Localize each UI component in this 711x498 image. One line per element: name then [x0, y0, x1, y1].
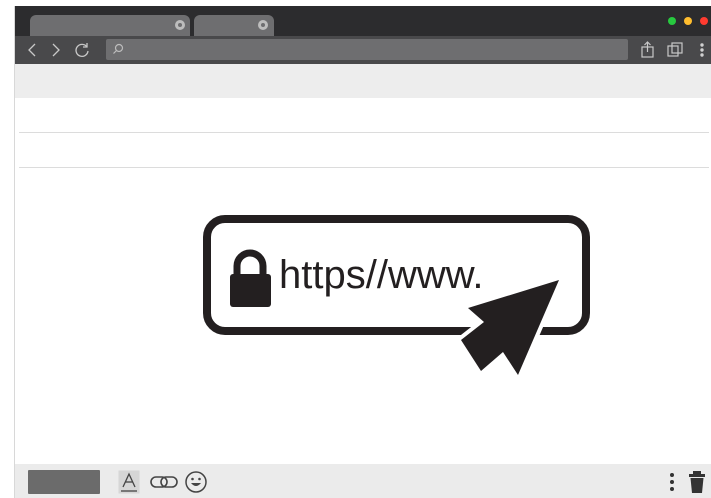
divider	[19, 132, 709, 133]
text-format-icon[interactable]	[118, 470, 140, 494]
browser-window: https//www.	[14, 6, 711, 498]
close-icon[interactable]	[175, 20, 185, 30]
chevron-left-icon	[28, 43, 36, 57]
back-button[interactable]	[22, 39, 42, 61]
chevron-right-icon	[52, 43, 60, 57]
link-icon[interactable]	[149, 470, 179, 494]
minimize-button[interactable]	[684, 17, 692, 25]
close-icon[interactable]	[258, 20, 268, 30]
bottom-toolbar	[14, 464, 711, 498]
maximize-button[interactable]	[668, 17, 676, 25]
title-bar	[14, 6, 711, 36]
share-icon	[641, 41, 654, 58]
browser-toolbar	[14, 36, 711, 64]
content-header-bar	[14, 64, 711, 98]
divider	[19, 167, 709, 168]
reload-button[interactable]	[72, 39, 92, 61]
kebab-menu-icon[interactable]	[666, 470, 678, 494]
address-bar[interactable]	[106, 39, 628, 60]
reload-icon	[75, 43, 89, 57]
tab-1[interactable]	[30, 15, 190, 36]
menu-button[interactable]	[694, 39, 710, 61]
tab-2[interactable]	[194, 15, 274, 36]
secure-url-illustration: https//www.	[203, 215, 590, 375]
tabs-button[interactable]	[664, 39, 686, 61]
close-window-button[interactable]	[700, 17, 708, 25]
emoji-icon[interactable]	[184, 470, 208, 494]
tabs-icon	[667, 42, 683, 57]
url-text: https//www.	[279, 253, 484, 297]
search-icon	[113, 43, 124, 54]
action-button[interactable]	[28, 470, 100, 494]
trash-icon[interactable]	[688, 470, 706, 494]
forward-button[interactable]	[46, 39, 66, 61]
share-button[interactable]	[637, 39, 659, 61]
kebab-menu-icon	[700, 43, 704, 57]
